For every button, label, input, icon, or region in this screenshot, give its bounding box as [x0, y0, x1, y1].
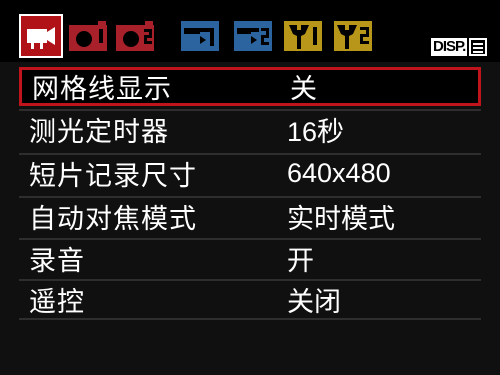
menu-item-af-mode[interactable]: 自动对焦模式 实时模式 — [19, 196, 481, 235]
tab-setup-2[interactable] — [331, 14, 375, 58]
camera-1-icon — [69, 21, 107, 51]
tab-setup-1[interactable] — [281, 14, 325, 58]
playback-1-icon — [181, 21, 219, 51]
disp-button[interactable]: DISP. — [431, 36, 489, 58]
tab-shooting-2[interactable] — [113, 14, 157, 58]
menu-item-remote-control[interactable]: 遥控 关闭 — [19, 279, 481, 318]
menu-item-value: 640x480 — [287, 158, 391, 188]
tab-playback-2[interactable] — [231, 14, 275, 58]
menu-item-value: 16秒 — [287, 117, 345, 147]
menu-item-value: 关闭 — [287, 287, 341, 317]
menu-item-metering-timer[interactable]: 测光定时器 16秒 — [19, 109, 481, 148]
menu-item-value: 实时模式 — [287, 204, 395, 234]
setup-1-icon — [284, 21, 322, 51]
camera-2-icon — [116, 21, 154, 51]
menu-tab-bar: DISP. — [0, 0, 500, 62]
menu-item-movie-rec-size[interactable]: 短片记录尺寸 640x480 — [19, 153, 481, 192]
menu-item-value: 开 — [287, 246, 314, 276]
menu-item-label: 测光定时器 — [29, 117, 169, 148]
playback-2-icon — [234, 21, 272, 51]
menu-item-grid-display[interactable]: 网格线显示 关 — [19, 67, 481, 106]
tab-playback-1[interactable] — [178, 14, 222, 58]
menu-item-value: 关 — [290, 74, 317, 104]
tab-movie[interactable] — [19, 14, 63, 58]
settings-panel: 网格线显示 关 测光定时器 16秒 短片记录尺寸 640x480 自动对焦模式 … — [0, 62, 500, 375]
menu-item-label: 遥控 — [29, 287, 85, 318]
disp-label: DISP. — [431, 38, 468, 56]
menu-item-label: 短片记录尺寸 — [29, 161, 197, 192]
setup-2-icon — [334, 21, 372, 51]
menu-item-label: 自动对焦模式 — [29, 204, 197, 235]
movie-camera-icon — [27, 27, 55, 49]
divider — [19, 318, 481, 320]
info-display-icon — [469, 38, 488, 56]
menu-item-sound-recording[interactable]: 录音 开 — [19, 238, 481, 277]
menu-item-label: 录音 — [29, 246, 85, 277]
tab-shooting-1[interactable] — [66, 14, 110, 58]
menu-item-label: 网格线显示 — [32, 74, 172, 105]
